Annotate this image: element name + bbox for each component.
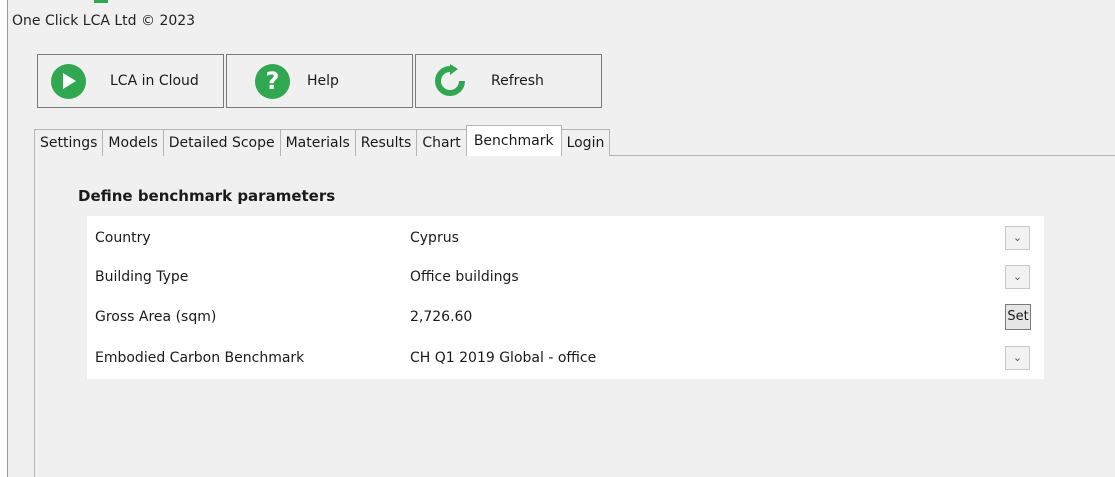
tab-login[interactable]: Login <box>560 129 611 156</box>
tab-results[interactable]: Results <box>354 129 418 156</box>
lca-in-cloud-label: LCA in Cloud <box>110 73 199 89</box>
country-value[interactable]: Cyprus <box>410 230 459 246</box>
country-dropdown-button[interactable]: ⌄ <box>1005 225 1030 250</box>
chevron-down-icon: ⌄ <box>1012 231 1023 244</box>
arrow-right-icon <box>51 63 86 99</box>
building-type-row: Building Type Office buildings ⌄ <box>87 258 1044 295</box>
embodied-carbon-label: Embodied Carbon Benchmark <box>95 349 305 366</box>
tab-materials[interactable]: Materials <box>279 129 356 156</box>
tab-benchmark[interactable]: Benchmark <box>465 125 562 156</box>
question-icon: ? <box>255 63 290 99</box>
toolbar: LCA in Cloud ? Help Refresh <box>37 54 604 110</box>
help-button[interactable]: ? Help <box>226 54 413 108</box>
embodied-carbon-row: Embodied Carbon Benchmark CH Q1 2019 Glo… <box>87 339 1044 376</box>
embodied-carbon-dropdown-button[interactable]: ⌄ <box>1005 345 1030 370</box>
building-type-value[interactable]: Office buildings <box>410 269 519 285</box>
tab-detailed-scope[interactable]: Detailed Scope <box>162 129 281 156</box>
help-label: Help <box>307 73 339 89</box>
refresh-label: Refresh <box>491 73 544 89</box>
country-row: Country Cyprus ⌄ <box>87 219 1044 256</box>
gross-area-value[interactable]: 2,726.60 <box>410 309 472 325</box>
building-type-label: Building Type <box>95 268 189 285</box>
window-title: One Click LCA Ltd © 2023 <box>12 13 196 29</box>
gross-area-row: Gross Area (sqm) 2,726.60 Set <box>87 298 1044 335</box>
country-label: Country <box>95 229 151 246</box>
chevron-down-icon: ⌄ <box>1012 270 1023 283</box>
embodied-carbon-value[interactable]: CH Q1 2019 Global - office <box>410 350 596 366</box>
tab-models[interactable]: Models <box>102 129 164 156</box>
gross-area-label: Gross Area (sqm) <box>95 308 217 325</box>
tab-chart[interactable]: Chart <box>416 129 467 156</box>
section-title: Define benchmark parameters <box>78 187 336 205</box>
benchmark-parameters-table: Country Cyprus ⌄ Building Type Office bu… <box>87 216 1044 379</box>
tab-settings[interactable]: Settings <box>34 129 104 156</box>
chevron-down-icon: ⌄ <box>1012 351 1023 364</box>
refresh-icon <box>433 64 467 98</box>
top-accent-bar <box>94 0 108 3</box>
refresh-button[interactable]: Refresh <box>415 54 602 108</box>
lca-in-cloud-button[interactable]: LCA in Cloud <box>37 54 224 108</box>
set-gross-area-button[interactable]: Set <box>1005 303 1031 330</box>
tab-strip: Settings Models Detailed Scope Materials… <box>34 125 611 156</box>
building-type-dropdown-button[interactable]: ⌄ <box>1005 264 1030 289</box>
